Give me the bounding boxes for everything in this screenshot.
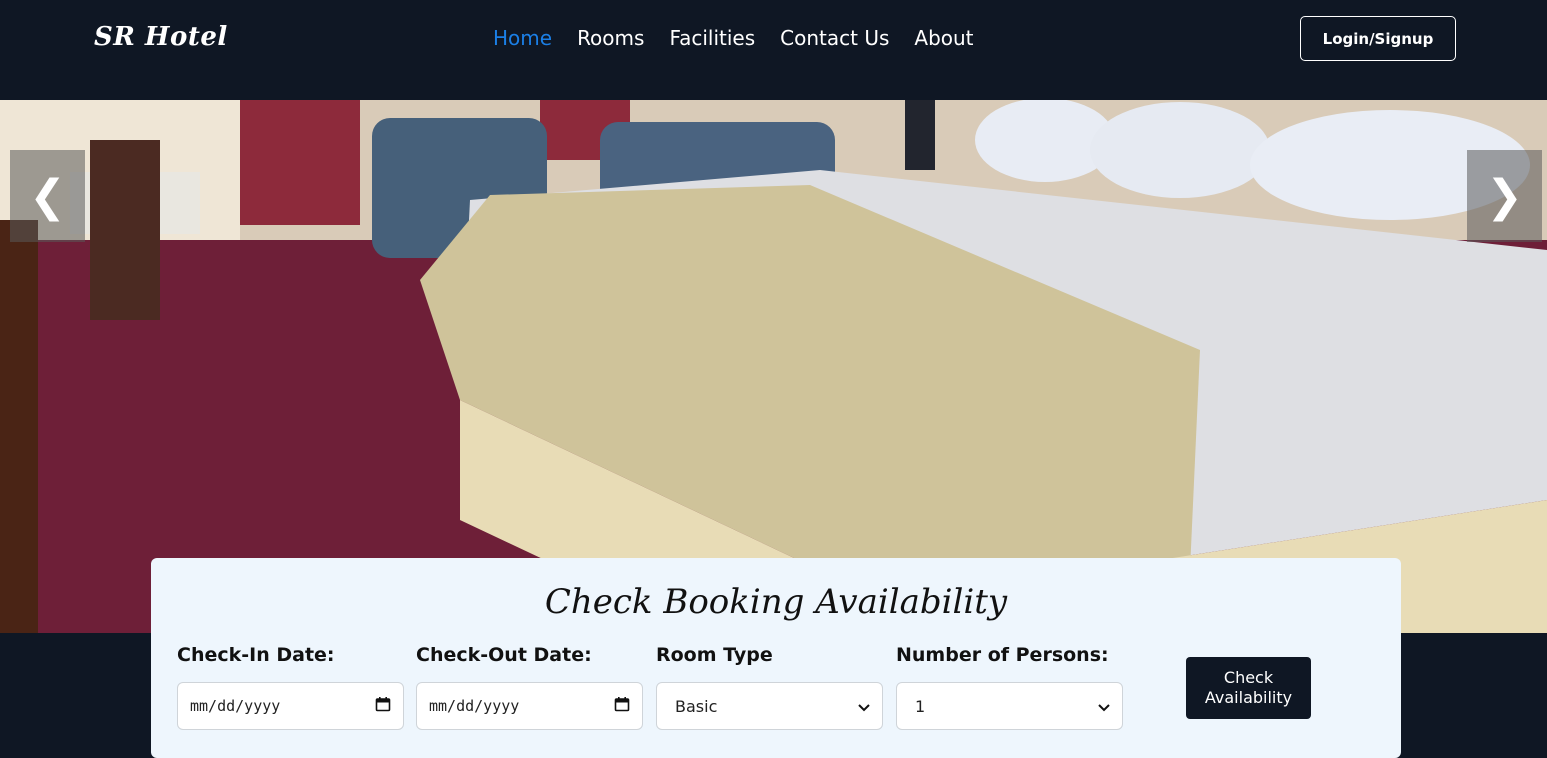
navbar: SR Hotel Home Rooms Facilities Contact U… xyxy=(0,0,1547,100)
checkin-placeholder: mm/dd/yyyy xyxy=(190,697,281,715)
check-availability-button[interactable]: Check Availability xyxy=(1186,657,1311,719)
room-type-value: Basic xyxy=(675,696,718,716)
dresser xyxy=(0,220,38,633)
carousel-prev-button[interactable]: ❮ xyxy=(10,150,85,242)
desk-chair xyxy=(90,140,160,320)
calendar-icon[interactable] xyxy=(375,696,391,716)
room-type-select[interactable]: Basic xyxy=(656,682,883,730)
brand-logo[interactable]: SR Hotel xyxy=(94,22,228,52)
nav-link-home[interactable]: Home xyxy=(493,26,552,50)
nav-link-facilities[interactable]: Facilities xyxy=(669,26,755,50)
chevron-down-icon xyxy=(1098,697,1110,716)
nav-links: Home Rooms Facilities Contact Us About xyxy=(493,26,974,50)
booking-title: Check Booking Availability xyxy=(544,582,1008,622)
chevron-down-icon xyxy=(858,697,870,716)
checkout-label: Check-Out Date: xyxy=(416,644,592,666)
nav-link-contact-us[interactable]: Contact Us xyxy=(780,26,889,50)
hero-carousel: ❮ ❯ xyxy=(0,100,1547,633)
persons-select[interactable]: 1 xyxy=(896,682,1123,730)
check-availability-line1: Check xyxy=(1223,668,1274,687)
checkout-date-input[interactable]: mm/dd/yyyy xyxy=(416,682,643,730)
booking-availability-form: Check Booking Availability Check-In Date… xyxy=(151,558,1401,758)
room-type-label: Room Type xyxy=(656,644,773,666)
checkin-date-input[interactable]: mm/dd/yyyy xyxy=(177,682,404,730)
chevron-right-icon: ❯ xyxy=(1486,170,1523,222)
lamp xyxy=(905,100,935,170)
persons-label: Number of Persons: xyxy=(896,644,1109,666)
pillow-2 xyxy=(1090,102,1270,198)
check-availability-line2: Availability xyxy=(1204,688,1293,707)
nav-link-about[interactable]: About xyxy=(914,26,973,50)
checkin-label: Check-In Date: xyxy=(177,644,335,666)
chevron-left-icon: ❮ xyxy=(29,170,66,222)
curtain-left xyxy=(240,100,360,225)
checkout-placeholder: mm/dd/yyyy xyxy=(429,697,520,715)
login-signup-button[interactable]: Login/Signup xyxy=(1300,16,1456,61)
nav-link-rooms[interactable]: Rooms xyxy=(577,26,644,50)
carousel-next-button[interactable]: ❯ xyxy=(1467,150,1542,242)
hotel-room-image xyxy=(0,100,1547,633)
persons-value: 1 xyxy=(915,696,926,716)
calendar-icon[interactable] xyxy=(614,696,630,716)
